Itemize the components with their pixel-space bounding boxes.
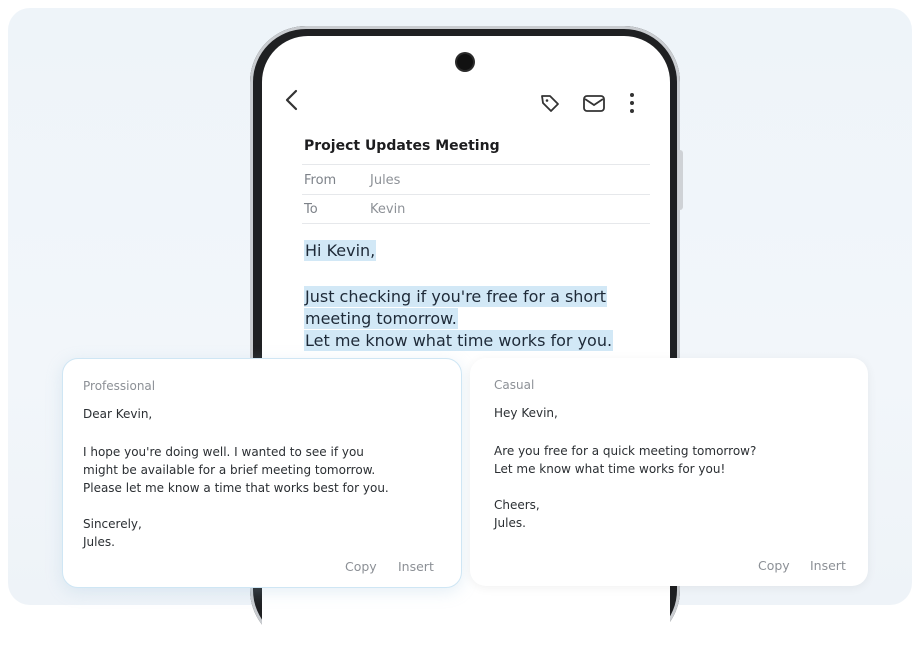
card-body-line: Are you free for a quick meeting tomorro… [494, 444, 757, 458]
copy-button[interactable]: Copy [345, 559, 377, 574]
phone-side-button [678, 150, 683, 210]
card-signoff: Cheers, [494, 498, 540, 512]
email-greeting[interactable]: Hi Kevin, [304, 240, 377, 262]
more-vert-icon[interactable] [626, 91, 638, 115]
card-body-line: Let me know what time works for you! [494, 462, 726, 476]
card-body-line: I hope you're doing well. I wanted to se… [83, 445, 364, 459]
back-icon[interactable] [282, 88, 302, 112]
to-value: Kevin [370, 202, 406, 217]
divider [302, 194, 650, 195]
front-camera [457, 54, 473, 70]
copy-button[interactable]: Copy [758, 558, 790, 573]
card-greeting: Dear Kevin, [83, 407, 153, 421]
email-body-line[interactable]: meeting tomorrow. [304, 308, 458, 330]
card-signoff: Sincerely, [83, 517, 142, 531]
email-body-line[interactable]: Let me know what time works for you. [304, 330, 614, 352]
insert-button[interactable]: Insert [398, 559, 434, 574]
card-body-line: might be available for a brief meeting t… [83, 463, 376, 477]
card-signature: Jules. [83, 535, 115, 549]
from-label: From [304, 173, 337, 188]
tag-icon[interactable] [539, 92, 561, 114]
selected-text: Let me know what time works for you. [304, 330, 614, 351]
card-tone-label: Casual [494, 378, 535, 392]
insert-button[interactable]: Insert [810, 558, 846, 573]
to-label: To [304, 202, 318, 217]
selected-text: Hi Kevin, [304, 240, 377, 261]
selected-text: Just checking if you're free for a short [304, 286, 608, 307]
card-tone-label: Professional [83, 379, 156, 393]
suggestion-card-casual[interactable]: Casual Hey Kevin, Are you free for a qui… [470, 358, 868, 586]
mail-icon[interactable] [582, 92, 606, 114]
card-signature: Jules. [494, 516, 526, 530]
email-subject: Project Updates Meeting [304, 138, 500, 154]
card-body-line: Please let me know a time that works bes… [83, 481, 389, 495]
suggestion-card-professional[interactable]: Professional Dear Kevin, I hope you're d… [62, 358, 462, 588]
card-greeting: Hey Kevin, [494, 406, 558, 420]
selected-text: meeting tomorrow. [304, 308, 458, 329]
divider [302, 223, 650, 224]
divider [302, 164, 650, 165]
email-body-line[interactable]: Just checking if you're free for a short [304, 286, 608, 308]
from-value: Jules [370, 173, 401, 188]
